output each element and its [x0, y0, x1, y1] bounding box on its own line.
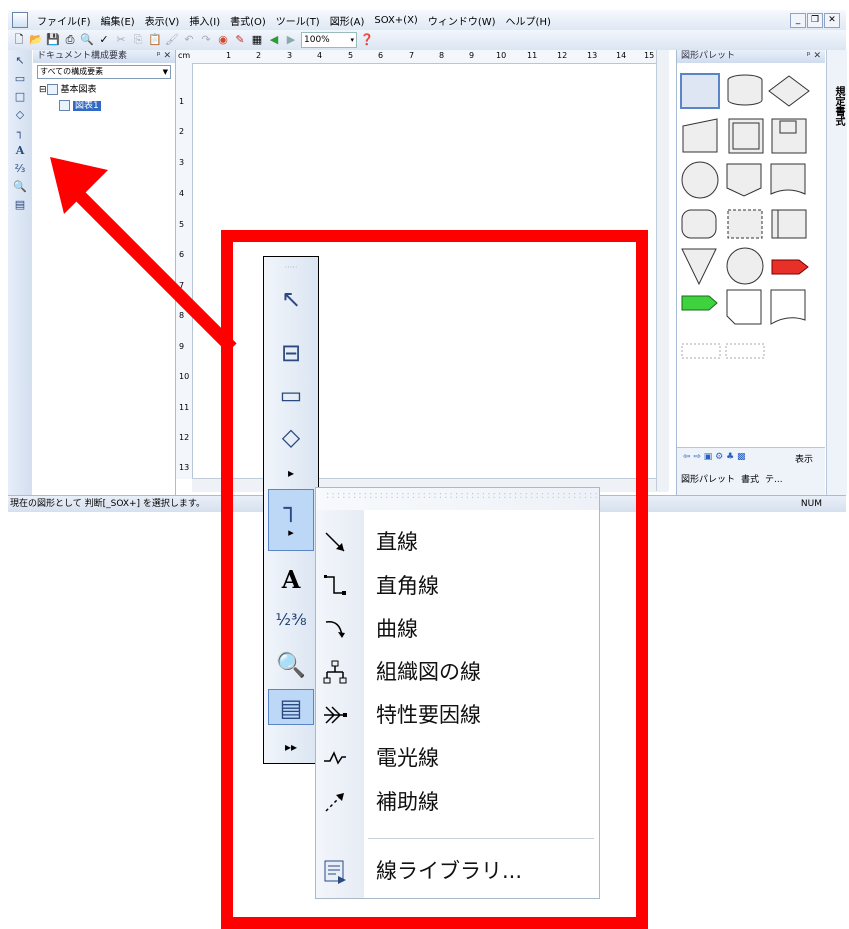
diamond-tool-icon[interactable]: ◇ [268, 419, 314, 455]
menu-item-label: 曲線 [376, 617, 418, 641]
zoom-tool-icon[interactable]: 🔍 [268, 647, 314, 683]
line-type-flyout-menu: ::::::::::::::::::::::::::::::::::::::::… [315, 487, 600, 899]
toolbar-overflow-icon[interactable]: ▸▸ [268, 739, 314, 755]
line-library-icon [324, 860, 346, 884]
lightning-line-icon [324, 751, 346, 765]
menu-item-lightning-line[interactable]: 電光線 [316, 737, 599, 779]
straight-line-icon [325, 532, 345, 552]
menu-item-label: 特性要因線 [376, 703, 481, 727]
numbering-tool-icon[interactable]: ½⅜ [268, 602, 314, 638]
connector-tool-icon[interactable]: ┐ ▸ [268, 489, 314, 551]
menu-item-straight-line[interactable]: 直線 [316, 521, 599, 563]
menu-item-line-library[interactable]: 線ライブラリ... [316, 850, 599, 892]
menu-item-label: 組織図の線 [376, 660, 481, 684]
pointer-tool-icon[interactable]: ↖ [268, 281, 314, 317]
toolbar-grip[interactable]: ····· [268, 260, 314, 276]
arrow-shaft [75, 191, 237, 353]
expand-arrow-icon: ▸ [288, 526, 294, 539]
text-tool-icon[interactable]: A [268, 562, 314, 598]
menu-item-auxiliary-line[interactable]: 補助線 [316, 781, 599, 823]
menu-item-elbow-line[interactable]: 直角線 [316, 565, 599, 607]
process-shape-tool-icon[interactable]: ⊟ [268, 335, 314, 371]
menu-item-fishbone-line[interactable]: 特性要因線 [316, 694, 599, 736]
menu-item-curved-line[interactable]: 曲線 [316, 608, 599, 650]
menu-item-label: 線ライブラリ... [376, 859, 523, 883]
flyout-grip[interactable]: ::::::::::::::::::::::::::::::::::::::::… [316, 488, 599, 510]
org-chart-line-icon [323, 660, 347, 684]
curved-line-icon [325, 621, 345, 638]
menu-item-label: 電光線 [376, 746, 439, 770]
menu-separator [368, 838, 594, 839]
arrow-head [50, 157, 108, 214]
note-tool-icon[interactable]: ▤ [268, 689, 314, 725]
magnified-drawing-toolbar: ····· ↖ ⊟ ▭ ◇ ▸ ┐ ▸ A ½⅜ 🔍 ▤ ▸▸ [263, 256, 319, 764]
expand-arrow-icon[interactable]: ▸ [268, 465, 314, 481]
menu-item-label: 補助線 [376, 790, 439, 814]
menu-item-label: 直線 [376, 530, 418, 554]
fishbone-line-icon [324, 706, 347, 724]
auxiliary-line-icon [325, 793, 344, 812]
rectangle-tool-icon[interactable]: ▭ [268, 377, 314, 413]
menu-item-label: 直角線 [376, 574, 439, 598]
elbow-line-icon [324, 575, 346, 595]
menu-item-org-chart-line[interactable]: 組織図の線 [316, 651, 599, 693]
